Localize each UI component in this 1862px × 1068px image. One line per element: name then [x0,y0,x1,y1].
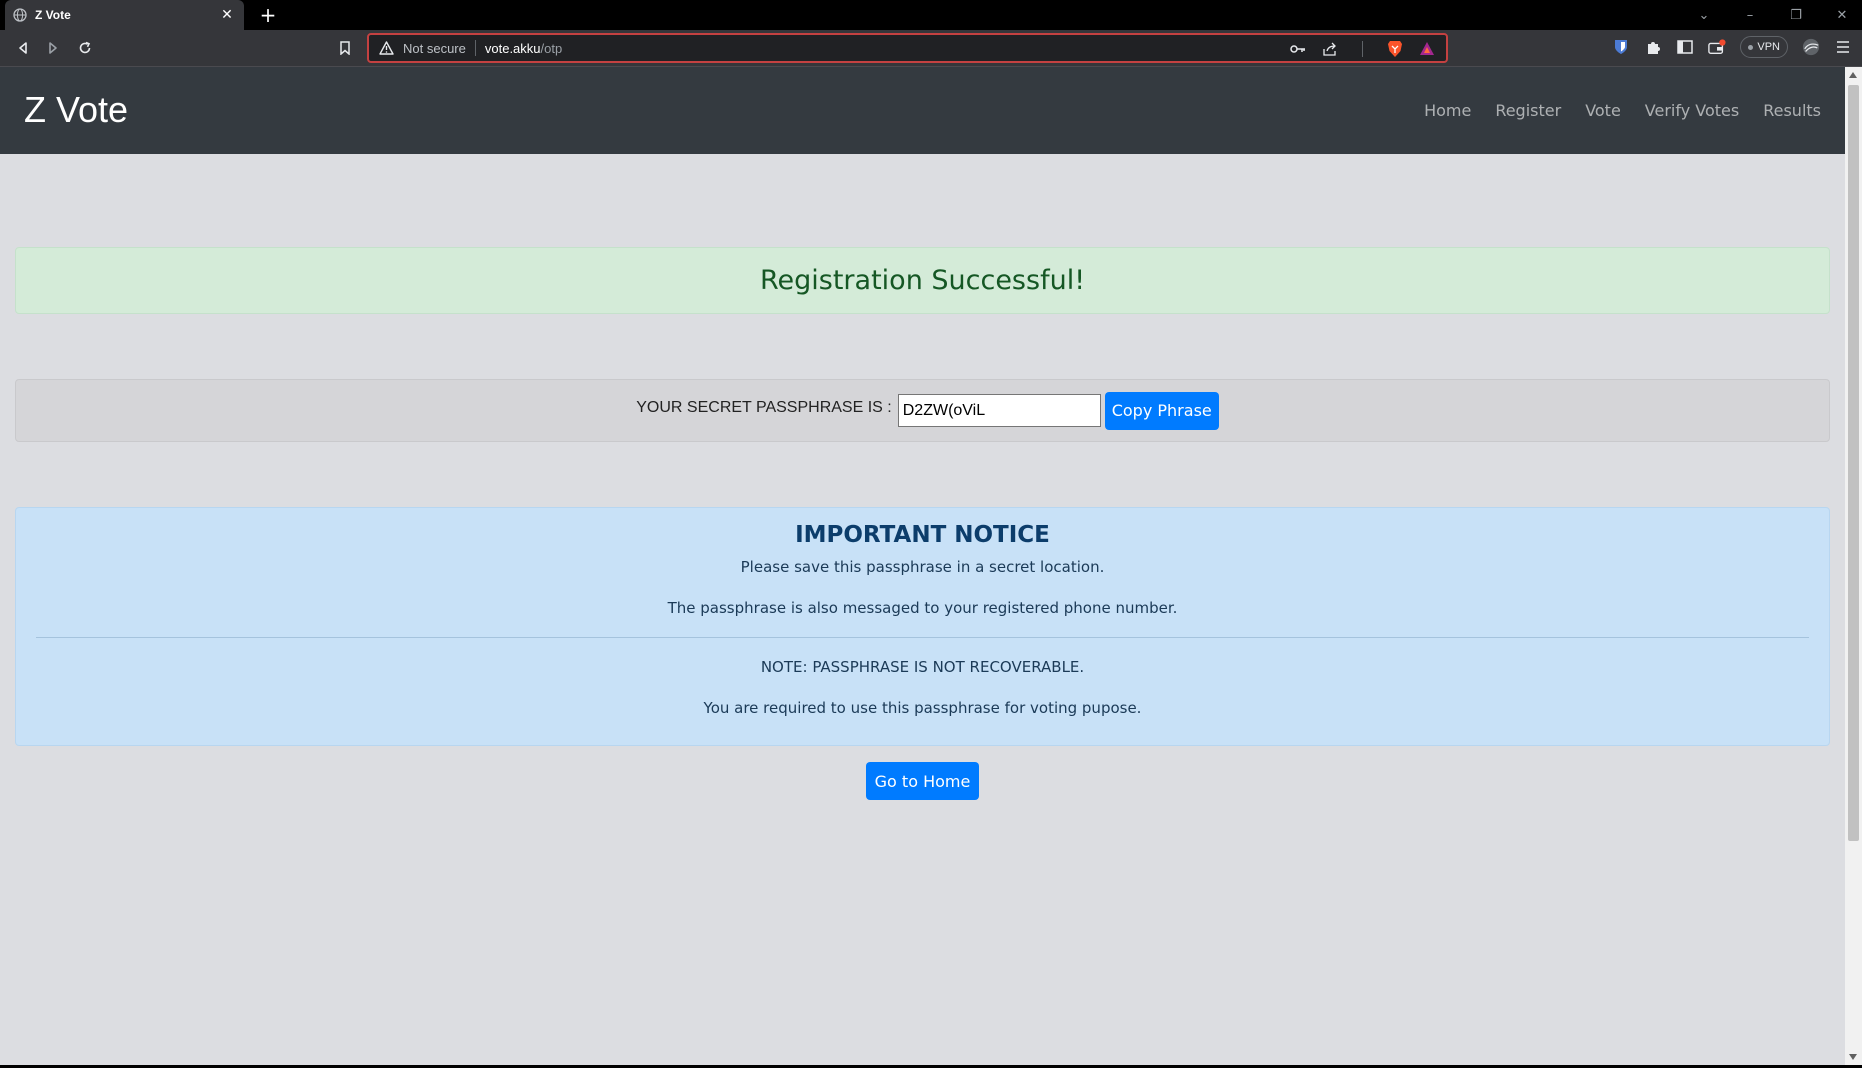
share-icon[interactable] [1321,40,1339,58]
profile-avatar-icon[interactable] [1802,38,1820,56]
minimize-icon[interactable]: – [1738,8,1762,23]
vpn-label: VPN [1757,41,1780,53]
vpn-status-dot [1748,44,1754,50]
window-close-icon[interactable]: ✕ [1830,8,1854,23]
address-separator [474,40,476,56]
nav-link-register[interactable]: Register [1495,101,1561,120]
nav-link-vote[interactable]: Vote [1585,101,1621,120]
nav-link-home[interactable]: Home [1424,101,1471,120]
nav-links: Home Register Vote Verify Votes Results [1424,101,1821,120]
success-alert: Registration Successful! [15,247,1830,314]
copy-phrase-button[interactable]: Copy Phrase [1104,391,1219,430]
browser-tab[interactable]: Z Vote ✕ [5,0,244,30]
url-host: vote.akku [484,40,541,56]
success-heading: Registration Successful! [759,265,1086,296]
bitwarden-icon[interactable] [1612,38,1630,56]
notice-line-save: Please save this passphrase in a secret … [740,558,1105,576]
key-icon[interactable] [1289,40,1307,58]
sidebar-icon[interactable] [1676,38,1694,56]
browser-toolbar: Not secure vote.akku/otp VPN [0,30,1862,67]
important-notice: IMPORTANT NOTICE Please save this passph… [15,507,1830,746]
brave-rewards-icon[interactable] [1418,40,1436,58]
window-controls: ⌄ – ❐ ✕ [1692,0,1854,30]
actions-separator [1362,41,1363,57]
go-to-home-button[interactable]: Go to Home [866,762,979,800]
tab-close-icon[interactable]: ✕ [218,7,236,23]
toolbar-right: VPN [1612,36,1852,58]
vpn-button[interactable]: VPN [1740,36,1788,58]
reload-icon[interactable] [74,37,96,59]
url-path: /otp [540,40,563,56]
notice-heading: IMPORTANT NOTICE [795,522,1050,548]
warning-icon[interactable] [379,40,395,56]
notice-line-messaged: The passphrase is also messaged to your … [667,599,1178,617]
address-bar-actions [1289,40,1436,58]
nav-link-verify-votes[interactable]: Verify Votes [1645,101,1739,120]
page-viewport: Z Vote Home Register Vote Verify Votes R… [0,67,1845,1065]
globe-icon [13,8,27,22]
menu-icon[interactable] [1834,38,1852,56]
extensions-icon[interactable] [1644,38,1662,56]
wallet-icon[interactable] [1708,38,1726,56]
forward-icon[interactable] [42,37,64,59]
page-scrollbar[interactable] [1845,67,1862,1065]
site-brand[interactable]: Z Vote [24,89,128,131]
passphrase-label: YOUR SECRET PASSPHRASE IS : [636,398,892,416]
brave-shields-icon[interactable] [1386,40,1404,58]
notice-line-not-recoverable: NOTE: PASSPHRASE IS NOT RECOVERABLE. [760,658,1085,676]
passphrase-panel: YOUR SECRET PASSPHRASE IS : Copy Phrase [15,379,1830,442]
site-navbar: Z Vote Home Register Vote Verify Votes R… [0,67,1845,154]
scrollbar-thumb[interactable] [1848,85,1859,841]
not-secure-label[interactable]: Not secure [403,41,466,56]
tab-search-icon[interactable]: ⌄ [1692,8,1716,23]
new-tab-button[interactable]: + [256,3,280,27]
browser-tab-strip: Z Vote ✕ + ⌄ – ❐ ✕ [0,0,1862,30]
address-bar[interactable]: Not secure vote.akku/otp [367,33,1448,63]
bookmark-icon[interactable] [334,37,356,59]
tab-title: Z Vote [35,8,71,22]
scroll-up-icon[interactable] [1849,72,1857,78]
notice-divider [36,637,1809,638]
nav-link-results[interactable]: Results [1763,101,1821,120]
scroll-down-icon[interactable] [1849,1054,1857,1060]
passphrase-field[interactable] [897,394,1101,427]
back-icon[interactable] [12,37,34,59]
restore-icon[interactable]: ❐ [1784,8,1808,23]
notice-line-required: You are required to use this passphrase … [703,699,1142,717]
